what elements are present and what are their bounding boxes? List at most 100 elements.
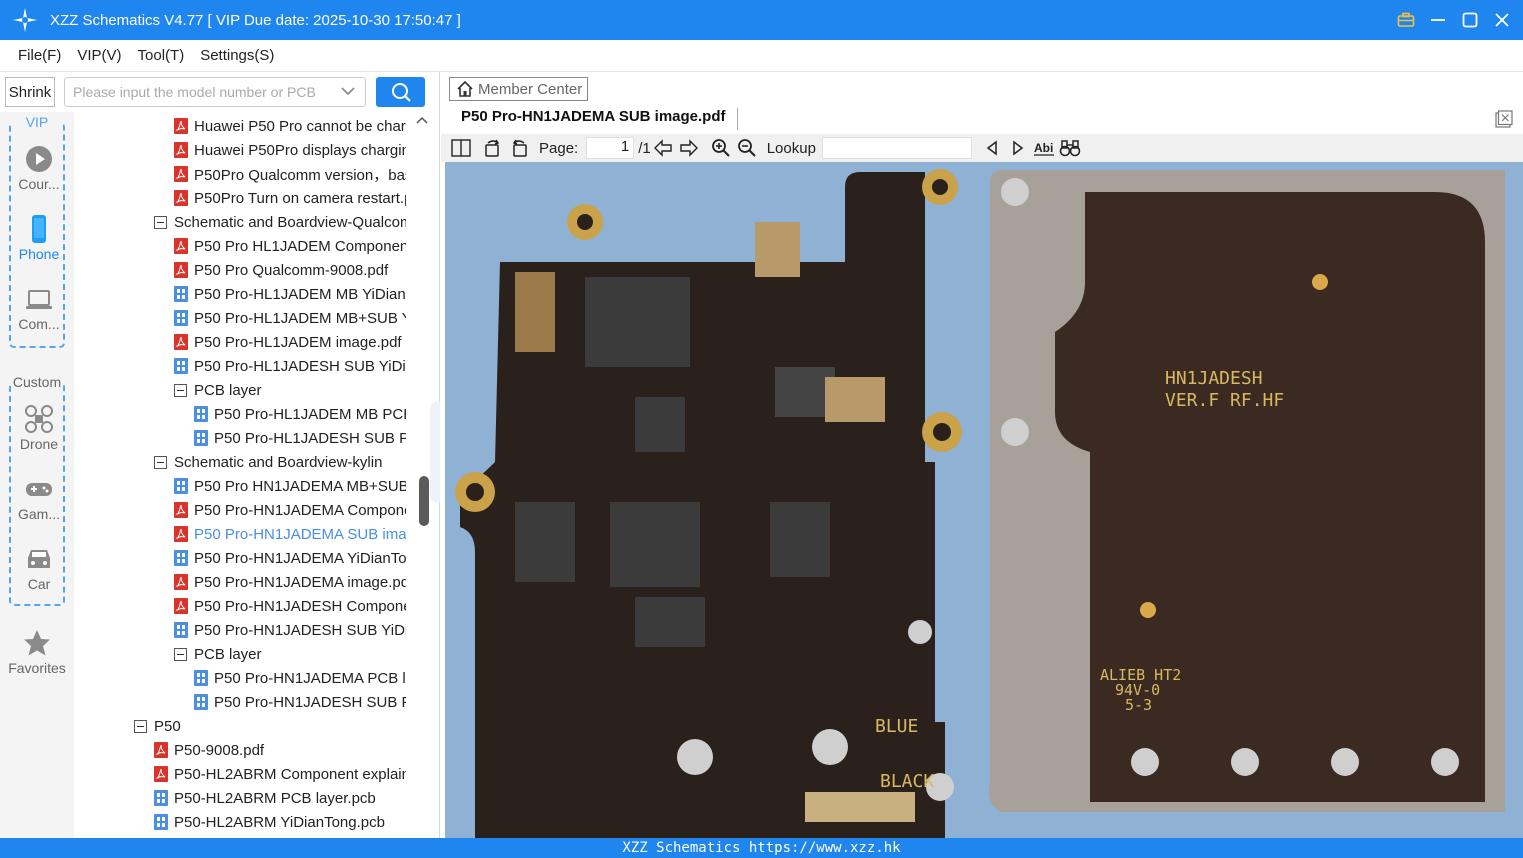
tree-item-label: P50-HL2ABRM Component explain bbox=[174, 765, 406, 783]
maximize-button[interactable] bbox=[1461, 11, 1479, 29]
lookup-input[interactable] bbox=[821, 137, 972, 159]
category-drone[interactable]: Drone bbox=[11, 404, 67, 452]
category-games[interactable]: Gam... bbox=[11, 474, 67, 522]
tree-file[interactable]: P50 Pro-HN1JADEMA PCB layer bbox=[194, 666, 406, 690]
tree-file[interactable]: P50-9008.pdf bbox=[154, 738, 406, 762]
pcb-file-icon bbox=[174, 358, 188, 374]
scroll-up-icon[interactable] bbox=[416, 116, 428, 124]
tree-item-label: P50 Pro Qualcomm-9008.pdf bbox=[194, 261, 389, 279]
zoom-out-icon bbox=[737, 139, 756, 157]
match-case-button[interactable]: Abi bbox=[1032, 137, 1056, 159]
play-circle-icon bbox=[26, 146, 52, 172]
tree-file[interactable]: P50 Pro HN1JADEMA MB+SUB YiDian bbox=[174, 474, 406, 498]
pcb-file-icon bbox=[174, 286, 188, 302]
menu-tool[interactable]: Tool(T) bbox=[138, 47, 185, 64]
tree-file[interactable]: P50Pro Qualcomm version，basic bbox=[174, 162, 406, 186]
shrink-button[interactable]: Shrink bbox=[5, 77, 55, 107]
tree-file[interactable]: P50 Pro-HL1JADEM MB YiDianTong bbox=[174, 282, 406, 306]
tree-item-label: P50Pro Turn on camera restart.pdf bbox=[194, 189, 406, 207]
next-page-button[interactable] bbox=[677, 137, 701, 159]
tree-folder[interactable]: PCB layer bbox=[174, 642, 406, 666]
tree-file[interactable]: P50-HL2ABRM PCB layer.pcb bbox=[154, 786, 406, 810]
tree-file[interactable]: P50 Pro-HL1JADESH SUB YiDianTong bbox=[174, 354, 406, 378]
category-car[interactable]: Car bbox=[11, 544, 67, 592]
tree-item-label: P50 Pro-HL1JADESH SUB YiDianTong bbox=[194, 357, 406, 375]
star-icon bbox=[24, 630, 50, 656]
chevron-down-icon[interactable] bbox=[341, 86, 355, 96]
board-label-1: HN1JADESH bbox=[1165, 368, 1263, 389]
tree-scrollbar[interactable] bbox=[408, 112, 432, 838]
zoom-in-button[interactable] bbox=[709, 137, 733, 159]
pcb-file-icon bbox=[174, 478, 188, 494]
tree-item-label: Schematic and Boardview-kylin bbox=[174, 453, 383, 471]
minimize-button[interactable] bbox=[1429, 11, 1447, 29]
find-next-button[interactable] bbox=[1006, 137, 1030, 159]
category-computer[interactable]: Com... bbox=[11, 284, 67, 332]
pdf-page-view[interactable]: BLUE BLACK HN1JADESH VER.F RF.HF ALIEB H… bbox=[445, 162, 1523, 838]
tree-file[interactable]: P50 Pro-HL1JADEM image.pdf bbox=[174, 330, 406, 354]
page-number-input[interactable]: 1 bbox=[586, 137, 635, 159]
previous-page-button[interactable] bbox=[651, 137, 675, 159]
tree-file[interactable]: P50 Pro-HL1JADEM MB PCB layer bbox=[194, 402, 406, 426]
tree-folder[interactable]: P50 bbox=[134, 714, 406, 738]
tree-folder[interactable]: PCB layer bbox=[174, 378, 406, 402]
collapse-toggle-icon[interactable] bbox=[154, 215, 167, 229]
panel-splitter[interactable] bbox=[430, 402, 440, 502]
tree-file[interactable]: Huawei P50Pro displays charging bbox=[174, 138, 406, 162]
pcb-file-icon bbox=[154, 814, 168, 830]
rotate-right-button[interactable] bbox=[507, 137, 531, 159]
tree-file[interactable]: P50 Pro-HN1JADESH Component bbox=[174, 594, 406, 618]
tree-file[interactable]: P50 Pro-HL1JADESH SUB PCB layer bbox=[194, 426, 406, 450]
document-tab[interactable]: P50 Pro-HN1JADEMA SUB image.pdf bbox=[461, 108, 726, 132]
tree-folder[interactable]: Schematic and Boardview-kylin bbox=[154, 450, 406, 474]
pdf-file-icon bbox=[174, 526, 188, 542]
tree-folder[interactable]: Schematic and Boardview-Qualcomm bbox=[154, 210, 406, 234]
menu-vip[interactable]: VIP(V) bbox=[77, 47, 121, 64]
search-button[interactable] bbox=[376, 77, 425, 107]
find-all-button[interactable] bbox=[1058, 137, 1082, 159]
close-button[interactable] bbox=[1493, 11, 1511, 29]
collapse-toggle-icon[interactable] bbox=[174, 383, 187, 397]
search-input[interactable]: Please input the model number or PCB bbox=[64, 77, 366, 107]
tree-file[interactable]: P50 Pro-HN1JADEMA SUB image.pdf bbox=[174, 522, 406, 546]
vip-group: VIP Cour... Phone Com... bbox=[9, 114, 67, 348]
tree-file[interactable]: P50 Pro Qualcomm-9008.pdf bbox=[174, 258, 406, 282]
member-center-button[interactable]: Member Center bbox=[449, 77, 588, 101]
tree-item-label: PCB layer bbox=[194, 645, 262, 663]
toggle-sidebar-button[interactable] bbox=[449, 137, 473, 159]
category-favorites[interactable]: Favorites bbox=[7, 628, 67, 676]
tree-file[interactable]: P50-HL2ABRM YiDianTong.pcb bbox=[154, 810, 406, 834]
pdf-file-icon bbox=[174, 574, 188, 590]
rotate-left-button[interactable] bbox=[481, 137, 505, 159]
close-tab-icon[interactable] bbox=[1495, 110, 1513, 128]
zoom-in-icon bbox=[711, 139, 730, 157]
tree-file[interactable]: P50 Pro HL1JADEM Component bbox=[174, 234, 406, 258]
scroll-thumb[interactable] bbox=[419, 476, 429, 526]
tree-file[interactable]: P50 Pro-HL1JADEM MB+SUB YiDian bbox=[174, 306, 406, 330]
tree-file[interactable]: P50 Pro-HN1JADEMA YiDianTong bbox=[174, 546, 406, 570]
tree-item-label: P50 Pro-HN1JADEMA SUB image.pdf bbox=[194, 525, 406, 543]
collapse-toggle-icon[interactable] bbox=[174, 647, 187, 661]
collapse-toggle-icon[interactable] bbox=[134, 719, 147, 733]
tree-file[interactable]: P50 Pro-HN1JADEMA image.pdf bbox=[174, 570, 406, 594]
lookup-label: Lookup bbox=[766, 139, 816, 157]
collapse-toggle-icon[interactable] bbox=[154, 455, 167, 469]
menu-file[interactable]: File(F) bbox=[18, 47, 61, 64]
category-phone[interactable]: Phone bbox=[11, 214, 67, 262]
tree-file[interactable]: P50Pro Turn on camera restart.pdf bbox=[174, 186, 406, 210]
left-panel: Shrink Please input the model number or … bbox=[0, 72, 440, 838]
tree-file[interactable]: P50 Pro-HN1JADESH SUB PCB layer bbox=[194, 690, 406, 714]
tree-file[interactable]: Huawei P50 Pro cannot be charged bbox=[174, 114, 406, 138]
briefcase-icon[interactable] bbox=[1397, 11, 1415, 29]
zoom-out-button[interactable] bbox=[735, 137, 759, 159]
triangle-right-icon bbox=[1013, 140, 1024, 156]
menu-settings[interactable]: Settings(S) bbox=[200, 47, 274, 64]
tree-file[interactable]: P50 Pro-HN1JADEMA Component bbox=[174, 498, 406, 522]
find-previous-button[interactable] bbox=[980, 137, 1004, 159]
page-total: /1 bbox=[638, 139, 651, 157]
tree-item-label: P50 Pro-HL1JADEM MB PCB layer bbox=[214, 405, 406, 423]
category-courses[interactable]: Cour... bbox=[11, 144, 67, 192]
tree-file[interactable]: P50 Pro-HN1JADESH SUB YiDianTong bbox=[174, 618, 406, 642]
pcb-file-icon bbox=[194, 406, 208, 422]
tree-file[interactable]: P50-HL2ABRM Component explain bbox=[154, 762, 406, 786]
